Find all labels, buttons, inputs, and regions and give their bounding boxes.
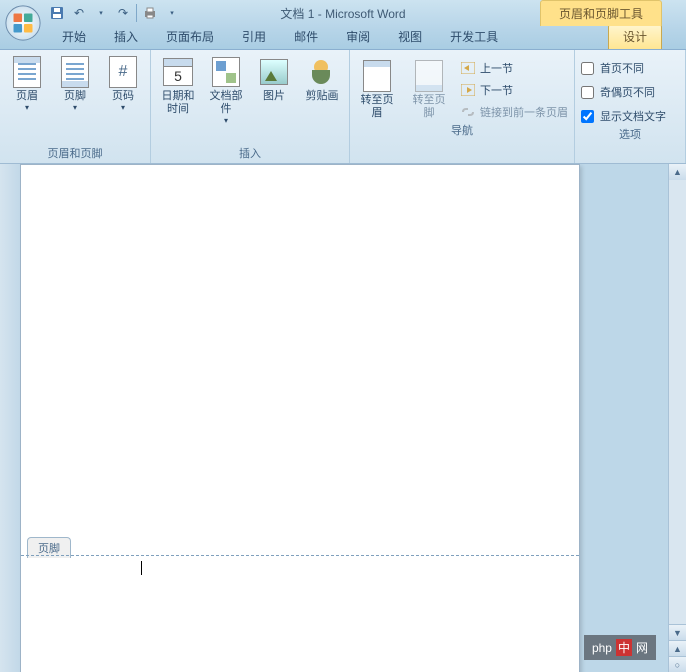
tab-view[interactable]: 视图 [384,24,436,49]
watermark: php 中 网 [584,635,656,660]
ribbon-group-insert: 5 日期和时间 文档部件 ▾ 图片 剪贴画 插入 [151,50,350,163]
link-previous-button[interactable]: 链接到前一条页眉 [460,104,568,120]
dropdown-arrow-icon: ▾ [73,103,77,112]
date-time-button[interactable]: 5 日期和时间 [157,54,199,116]
goto-header-button[interactable]: 转至页眉 [356,58,398,120]
scroll-down-button[interactable]: ▼ [669,624,686,640]
tab-home[interactable]: 开始 [48,24,100,49]
tab-developer[interactable]: 开发工具 [436,24,512,49]
tab-review[interactable]: 审阅 [332,24,384,49]
group-label: 导航 [356,120,568,140]
header-button[interactable]: 页眉 ▾ [6,54,48,112]
goto-footer-button[interactable]: 转至页脚 [408,58,450,120]
next-section-icon [460,82,476,98]
watermark-badge: 中 [616,639,632,656]
ribbon-group-navigation: 转至页眉 转至页脚 上一节 下一节 链接到前一条页眉 [350,50,575,163]
page-number-button[interactable]: 页码 ▾ [102,54,144,112]
dropdown-arrow-icon: ▾ [25,103,29,112]
picture-icon [258,56,290,88]
dropdown-arrow-icon: ▾ [224,116,228,125]
print-icon[interactable] [141,4,159,22]
footer-button[interactable]: 页脚 ▾ [54,54,96,112]
document-area[interactable]: 页脚 php 中 网 [20,164,668,672]
office-button[interactable] [4,4,42,42]
link-icon [460,104,476,120]
browse-object-button[interactable]: ○ [669,656,686,672]
undo-dropdown-icon[interactable]: ▾ [92,4,110,22]
checkbox-input[interactable] [581,62,594,75]
diff-odd-even-checkbox[interactable]: 奇偶页不同 [581,84,679,100]
tab-page-layout[interactable]: 页面布局 [152,24,228,49]
clipart-icon [306,56,338,88]
next-section-button[interactable]: 下一节 [460,82,568,98]
scroll-track[interactable] [669,180,686,624]
footer-boundary-line [21,555,579,556]
qat-separator [136,4,137,22]
parts-icon [210,56,242,88]
picture-button[interactable]: 图片 [253,54,295,103]
ribbon-group-header-footer: 页眉 ▾ 页脚 ▾ 页码 ▾ 页眉和页脚 [0,50,151,163]
footer-icon [59,56,91,88]
ribbon: 页眉 ▾ 页脚 ▾ 页码 ▾ 页眉和页脚 5 日期和时间 文 [0,50,686,164]
vertical-scrollbar[interactable]: ▲ ▼ ▲ ○ [668,164,686,672]
clipart-button[interactable]: 剪贴画 [301,54,343,103]
group-label: 插入 [157,143,343,163]
ribbon-tabs: 开始 插入 页面布局 引用 邮件 审阅 视图 开发工具 设计 [0,26,686,50]
checkbox-input[interactable] [581,110,594,123]
tab-mailings[interactable]: 邮件 [280,24,332,49]
window-title: 文档 1 - Microsoft Word [280,5,405,22]
quick-access-toolbar: ↶ ▾ ↷ ▾ [48,0,181,26]
goto-header-icon [361,60,393,92]
tab-design[interactable]: 设计 [608,23,662,49]
left-margin [0,164,20,672]
qat-customize-icon[interactable]: ▾ [163,4,181,22]
scroll-up-button[interactable]: ▲ [669,164,686,180]
group-label: 选项 [581,124,679,144]
text-cursor [141,561,142,575]
prev-section-button[interactable]: 上一节 [460,60,568,76]
checkbox-input[interactable] [581,86,594,99]
context-tab-header: 页眉和页脚工具 [540,0,662,26]
workspace: 页脚 php 中 网 ▲ ▼ ▲ ○ [0,164,686,672]
show-doc-text-checkbox[interactable]: 显示文档文字 [581,108,679,124]
tab-references[interactable]: 引用 [228,24,280,49]
diff-first-page-checkbox[interactable]: 首页不同 [581,60,679,76]
dropdown-arrow-icon: ▾ [121,103,125,112]
titlebar: ↶ ▾ ↷ ▾ 文档 1 - Microsoft Word 页眉和页脚工具 [0,0,686,26]
redo-icon[interactable]: ↷ [114,4,132,22]
save-icon[interactable] [48,4,66,22]
prev-section-icon [460,60,476,76]
quick-parts-button[interactable]: 文档部件 ▾ [205,54,247,125]
prev-page-button[interactable]: ▲ [669,640,686,656]
tab-insert[interactable]: 插入 [100,24,152,49]
goto-footer-icon [413,60,445,92]
page-number-icon [107,56,139,88]
ribbon-group-options: 首页不同 奇偶页不同 显示文档文字 选项 [575,50,686,163]
page[interactable]: 页脚 [20,164,580,672]
group-label: 页眉和页脚 [6,143,144,163]
undo-icon[interactable]: ↶ [70,4,88,22]
header-icon [11,56,43,88]
calendar-icon: 5 [162,56,194,88]
